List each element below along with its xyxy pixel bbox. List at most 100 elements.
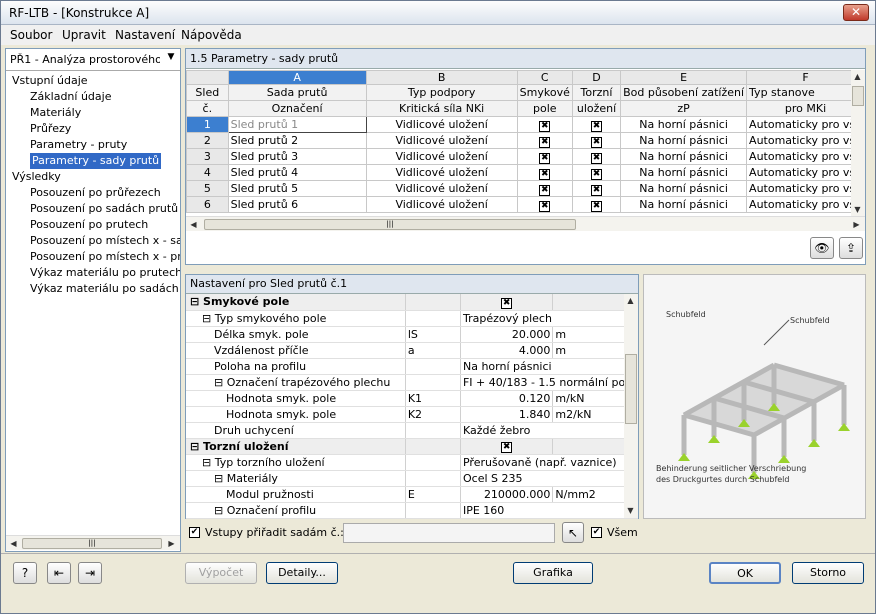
load-pos-cell[interactable]: Na horní pásnici [620, 164, 748, 181]
collapse-icon[interactable]: ⊟ [214, 472, 227, 485]
close-button[interactable]: ✕ [843, 4, 869, 21]
calculate-button[interactable]: Výpočet [185, 562, 257, 584]
menu-upravit[interactable]: Upravit [62, 28, 106, 42]
torsion-checkbox[interactable]: ✖ [591, 120, 602, 132]
col-letter[interactable]: A [227, 70, 367, 85]
graphics-button[interactable]: Grafika [513, 562, 593, 584]
settings-row[interactable]: ⊟ Označení trapézového plechu FI + 40/183… [186, 374, 639, 391]
settings-value[interactable]: 1.840 [460, 406, 554, 423]
settings-row[interactable]: ⊟ Označení profilu IPE 160 [186, 502, 639, 519]
cancel-button[interactable]: Storno [792, 562, 864, 584]
scroll-right-icon[interactable]: ▶ [165, 537, 178, 550]
type-cell[interactable]: Automaticky pro vše [746, 180, 865, 197]
scroll-thumb[interactable]: ||| [204, 219, 576, 230]
menu-soubor[interactable]: Soubor [10, 28, 52, 42]
settings-value[interactable]: 4.000 [460, 342, 554, 359]
settings-value[interactable]: IPE 160 [460, 502, 639, 519]
table-row[interactable]: 3 Sled prutů 3 Vidlicové uložení ✖ ✖ Na … [186, 148, 865, 165]
settings-value[interactable]: Na horní pásnici [460, 358, 639, 375]
torsion-checkbox[interactable]: ✖ [591, 168, 602, 180]
support-cell[interactable]: Vidlicové uložení [365, 116, 518, 133]
settings-value[interactable]: Trapézový plech [460, 310, 639, 327]
settings-row[interactable]: Hodnota smyk. pole K1 0.120 m/kN [186, 390, 638, 407]
tree-item-set-params[interactable]: Parametry - sady prutů [30, 153, 162, 169]
settings-row[interactable]: Délka smyk. pole lS 20.000 m [186, 326, 638, 343]
scroll-left-icon[interactable]: ◀ [7, 537, 20, 550]
support-cell[interactable]: Vidlicové uložení [365, 164, 518, 181]
settings-row[interactable]: ⊟ Smykové pole ✖ [186, 294, 638, 311]
torsion-checkbox[interactable]: ✖ [591, 200, 602, 212]
collapse-icon[interactable]: ⊟ [202, 456, 215, 469]
col-letter[interactable]: D [571, 70, 622, 85]
support-cell[interactable]: Vidlicové uložení [365, 148, 518, 165]
type-cell[interactable]: Automaticky pro vše [746, 196, 865, 213]
tree-item-result[interactable]: Posouzení po místech x - pruty [30, 249, 180, 265]
collapse-icon[interactable]: ⊟ [214, 376, 227, 389]
view-eye-icon[interactable]: 👁 [810, 237, 834, 259]
tree-item-materials[interactable]: Materiály [30, 105, 81, 121]
settings-row[interactable]: Druh uchycení Každé žebro [186, 422, 639, 439]
scroll-thumb[interactable] [625, 354, 637, 424]
set-name-cell[interactable]: Sled prutů 2 [227, 132, 367, 149]
settings-row[interactable]: ⊟ Typ smykového pole Trapézový plech [186, 310, 639, 327]
tree-item-sections[interactable]: Průřezy [30, 121, 71, 137]
navigator-hscroll[interactable]: ◀ ||| ▶ [6, 535, 180, 550]
shear-field-checkbox[interactable]: ✖ [539, 136, 551, 148]
help-icon[interactable]: ? [13, 562, 37, 584]
grid-vscroll[interactable]: ▲ ▼ [851, 70, 865, 217]
collapse-icon[interactable]: ⊟ [202, 312, 215, 325]
import-icon[interactable]: ⇤ [47, 562, 71, 584]
load-pos-cell[interactable]: Na horní pásnici [620, 148, 748, 165]
collapse-icon[interactable]: ⊟ [190, 295, 203, 308]
row-number[interactable]: 2 [186, 132, 229, 149]
grid-hscroll[interactable]: ◀ ||| ▶ [186, 216, 865, 231]
collapse-icon[interactable]: ⊟ [190, 440, 203, 453]
torsion-checkbox[interactable]: ✖ [591, 184, 602, 196]
shear-field-checkbox[interactable]: ✖ [539, 152, 551, 164]
menu-nastaveni[interactable]: Nastavení [115, 28, 175, 42]
tree-item-basic[interactable]: Základní údaje [30, 89, 111, 105]
table-row[interactable]: 4 Sled prutů 4 Vidlicové uložení ✖ ✖ Na … [186, 164, 865, 181]
table-row[interactable]: 5 Sled prutů 5 Vidlicové uložení ✖ ✖ Na … [186, 180, 865, 197]
tree-item-result[interactable]: Posouzení po sadách prutů [30, 201, 178, 217]
settings-row[interactable]: Vzdálenost příčle a 4.000 m [186, 342, 638, 359]
settings-value[interactable]: 20.000 [460, 326, 554, 343]
tree-item-result[interactable]: Posouzení po prutech [30, 217, 148, 233]
table-row[interactable]: 1 Sled prutů 1 Vidlicové uložení ✖ ✖ Na … [186, 116, 865, 133]
load-pos-cell[interactable]: Na horní pásnici [620, 116, 748, 133]
ok-button[interactable]: OK [709, 562, 781, 584]
col-letter[interactable]: E [620, 70, 748, 85]
tree-item-result[interactable]: Výkaz materiálu po sadách prut [30, 281, 180, 297]
settings-row[interactable]: Modul pružnosti E 210000.000 N/mm2 [186, 486, 638, 503]
assign-checkbox[interactable]: ✔ [189, 527, 200, 538]
set-name-cell[interactable]: Sled prutů 6 [227, 196, 367, 213]
case-combo[interactable]: PŘ1 - Analýza prostorového vzp ▼ [6, 49, 180, 71]
collapse-icon[interactable]: ⊟ [214, 504, 227, 517]
col-letter[interactable]: F [746, 70, 865, 85]
pick-icon[interactable]: ↖ [562, 522, 584, 543]
scroll-up-icon[interactable]: ▲ [624, 294, 637, 307]
tree-item-member-params[interactable]: Parametry - pruty [30, 137, 127, 153]
load-pos-cell[interactable]: Na horní pásnici [620, 196, 748, 213]
settings-value[interactable]: FI + 40/183 - 1.5 normální polo [460, 374, 639, 391]
settings-value[interactable]: Ocel S 235 [460, 470, 639, 487]
torsion-checkbox[interactable]: ✖ [591, 152, 602, 164]
table-row[interactable]: 2 Sled prutů 2 Vidlicové uložení ✖ ✖ Na … [186, 132, 865, 149]
set-name-cell[interactable]: Sled prutů 5 [227, 180, 367, 197]
set-name-cell[interactable]: Sled prutů 3 [227, 148, 367, 165]
settings-vscroll[interactable]: ▲ ▼ [624, 294, 638, 518]
menu-napoveda[interactable]: Nápověda [181, 28, 242, 42]
export-icon[interactable]: ⇪ [839, 237, 863, 259]
set-name-cell[interactable]: Sled prutů 1 [227, 116, 367, 133]
support-cell[interactable]: Vidlicové uložení [365, 132, 518, 149]
tree-root-results[interactable]: Výsledky [12, 169, 61, 185]
scroll-down-icon[interactable]: ▼ [624, 504, 637, 517]
export-data-icon[interactable]: ⇥ [78, 562, 102, 584]
set-name-cell[interactable]: Sled prutů 4 [227, 164, 367, 181]
tree-root-inputs[interactable]: Vstupní údaje [12, 73, 88, 89]
settings-row[interactable]: Poloha na profilu Na horní pásnici [186, 358, 639, 375]
type-cell[interactable]: Automaticky pro vše [746, 148, 865, 165]
settings-value[interactable]: Každé žebro [460, 422, 639, 439]
settings-row[interactable]: ⊟ Torzní uložení ✖ [186, 438, 638, 455]
all-checkbox[interactable]: ✔ [591, 527, 602, 538]
